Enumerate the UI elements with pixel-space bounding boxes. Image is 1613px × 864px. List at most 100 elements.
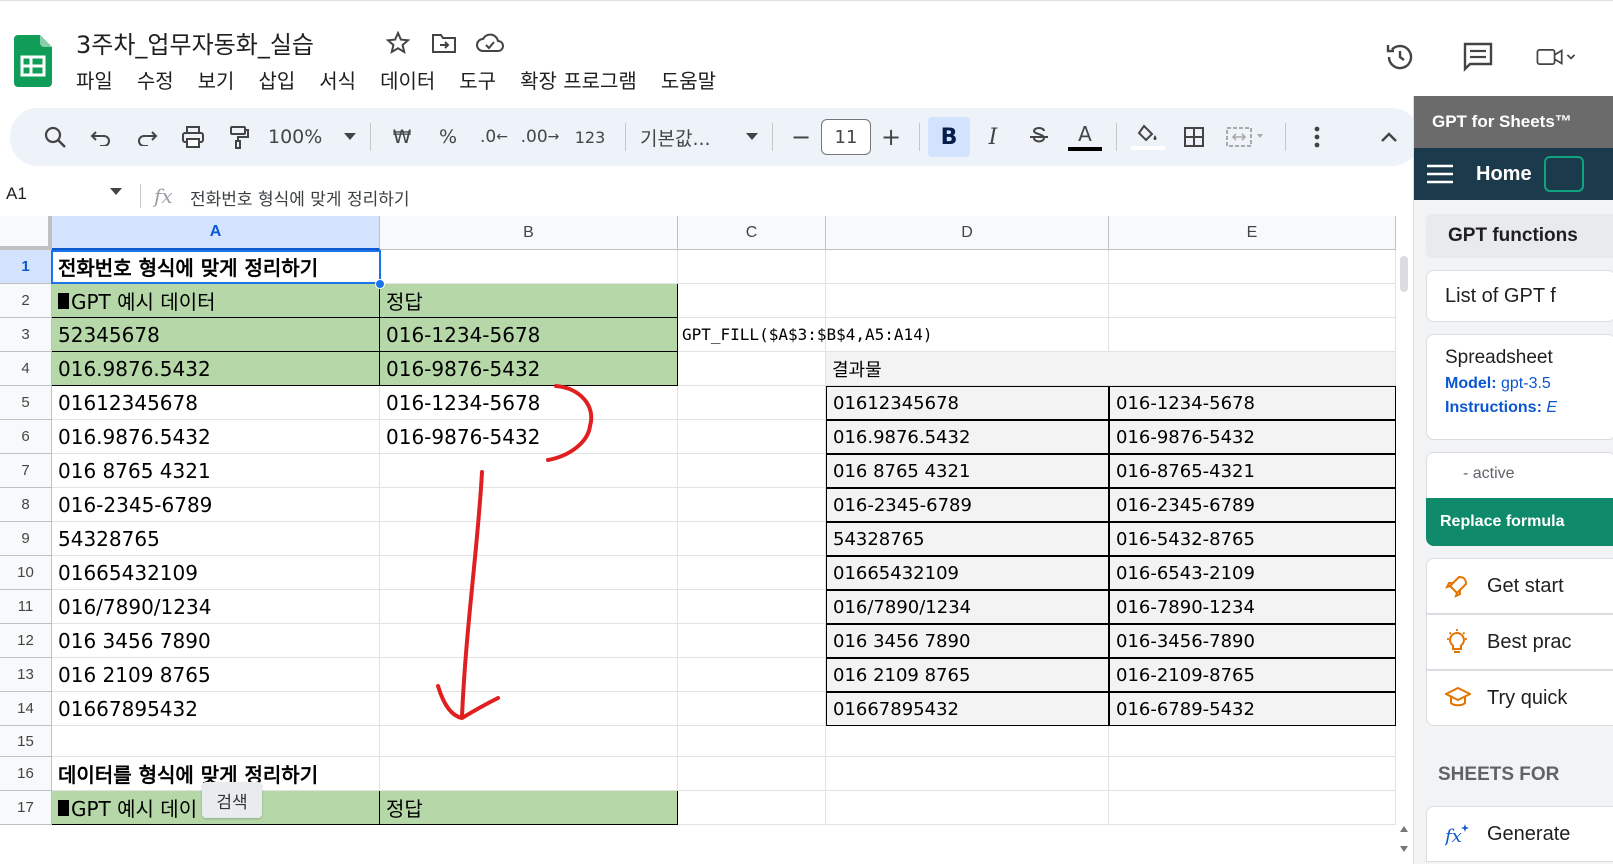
generate-link[interactable]: fx Generate xyxy=(1426,806,1613,862)
print-icon[interactable] xyxy=(170,117,216,157)
formula-divider xyxy=(140,184,141,208)
undo-icon[interactable] xyxy=(78,117,124,157)
toolbar-divider xyxy=(772,123,773,151)
instructions-label: Instructions: xyxy=(1445,399,1542,416)
toolbar-divider xyxy=(625,123,626,151)
move-folder-icon[interactable] xyxy=(430,29,458,57)
annotation-bracket-and-arrow xyxy=(436,384,594,721)
toolbar-divider xyxy=(919,123,920,151)
version-history-icon[interactable] xyxy=(1380,37,1420,77)
font-family-select[interactable]: 기본값... xyxy=(634,117,764,157)
sheets-window: 3주차_업무자동화_실습 파일 수정 보기 삽입 서식 데이터 도구 확장 프로… xyxy=(0,0,1613,864)
comments-icon[interactable] xyxy=(1458,37,1498,77)
paint-format-icon[interactable] xyxy=(216,117,262,157)
best-practices-label: Best prac xyxy=(1487,630,1572,653)
instructions-row: Instructions: E xyxy=(1445,399,1613,417)
spreadsheet-settings-title: Spreadsheet xyxy=(1445,347,1553,368)
increase-decimal-button[interactable]: .00 → xyxy=(517,117,563,157)
get-started-link[interactable]: Get start xyxy=(1426,558,1613,614)
search-menus-icon[interactable] xyxy=(32,117,78,157)
openai-logo-icon[interactable] xyxy=(1544,156,1584,192)
fx-icon: fx xyxy=(154,184,173,208)
try-quick-label: Try quick xyxy=(1487,686,1568,709)
formatting-toolbar: 100% ₩ % .0 ← .00 → 123 기본값... − 11 + B I … xyxy=(10,108,1420,166)
svg-text:fx: fx xyxy=(1445,826,1462,846)
list-gpt-functions-card[interactable]: List of GPT f xyxy=(1426,270,1613,322)
lightbulb-icon xyxy=(1445,629,1473,655)
font-size-input[interactable]: 11 xyxy=(821,119,871,155)
star-icon[interactable] xyxy=(384,29,412,57)
decrease-decimal-button[interactable]: .0 ← xyxy=(471,117,517,157)
chevron-down-icon xyxy=(344,133,356,140)
get-started-label: Get start xyxy=(1487,574,1564,597)
number-format-button[interactable]: 123 xyxy=(563,117,617,157)
menu-bar: 파일 수정 보기 삽입 서식 데이터 도구 확장 프로그램 도움말 xyxy=(76,65,740,94)
spreadsheet-settings-card[interactable]: Spreadsheet Model: gpt-3.5 Instructions:… xyxy=(1426,334,1613,440)
currency-format-button[interactable]: ₩ xyxy=(379,117,425,157)
decrease-font-size-button[interactable]: − xyxy=(781,117,821,157)
try-quick-link[interactable]: Try quick xyxy=(1426,670,1613,726)
menu-tools[interactable]: 도구 xyxy=(459,65,508,94)
model-label: Model: xyxy=(1445,375,1497,392)
spreadsheet-grid[interactable]: A B C D E 1 2 3 4 5 6 7 8 9 10 11 12 13 14 15 16 17 전화번호… xyxy=(0,216,1396,864)
hamburger-menu-icon[interactable] xyxy=(1414,164,1466,184)
scrollbar-thumb[interactable] xyxy=(1400,256,1408,292)
text-color-button[interactable]: A xyxy=(1062,117,1108,157)
arrow-left-icon: ← xyxy=(496,129,508,145)
meet-video-icon[interactable] xyxy=(1536,37,1576,77)
text-color-swatch xyxy=(1068,146,1102,151)
generate-label: Generate xyxy=(1487,822,1571,845)
menu-help[interactable]: 도움말 xyxy=(661,65,728,94)
sidebar-nav: Home xyxy=(1414,148,1613,200)
menu-file[interactable]: 파일 xyxy=(76,65,125,94)
formula-input[interactable]: 전화번호 형식에 맞게 정리하기 xyxy=(190,185,410,210)
cloud-saved-icon[interactable] xyxy=(476,29,504,57)
instructions-value[interactable]: E xyxy=(1546,399,1557,416)
font-family-value: 기본값... xyxy=(640,127,711,150)
replace-formulas-button[interactable]: Replace formula xyxy=(1426,498,1613,546)
model-row: Model: gpt-3.5 xyxy=(1445,375,1613,393)
model-value[interactable]: gpt-3.5 xyxy=(1501,375,1551,392)
fill-color-icon[interactable] xyxy=(1125,117,1171,157)
toolbar-divider xyxy=(370,123,371,151)
collapse-menu-icon[interactable] xyxy=(1366,117,1412,157)
percent-format-button[interactable]: % xyxy=(425,117,471,157)
menu-extensions[interactable]: 확장 프로그램 xyxy=(520,65,649,94)
formula-bar: A1 fx 전화번호 형식에 맞게 정리하기 xyxy=(0,176,1420,216)
menu-edit[interactable]: 수정 xyxy=(137,65,186,94)
function-sparkle-icon: fx xyxy=(1445,822,1473,846)
chevron-down-icon[interactable] xyxy=(110,188,122,196)
vertical-scrollbar[interactable] xyxy=(1396,250,1412,864)
toolbar-divider xyxy=(1116,123,1117,151)
more-options-icon[interactable] xyxy=(1294,117,1340,157)
increase-decimal-label: .00 xyxy=(520,127,548,147)
cell-c3[interactable]: GPT_FILL($A$3:$B$4,A5:A14) xyxy=(678,318,932,352)
redo-icon[interactable] xyxy=(124,117,170,157)
bold-button[interactable]: B xyxy=(928,117,970,157)
scroll-down-arrow-icon[interactable] xyxy=(1400,846,1408,852)
zoom-select[interactable]: 100% xyxy=(262,117,362,157)
menu-format[interactable]: 서식 xyxy=(319,65,368,94)
scroll-up-arrow-icon[interactable] xyxy=(1400,826,1408,832)
title-bar: 3주차_업무자동화_실습 파일 수정 보기 삽입 서식 데이터 도구 확장 프로… xyxy=(0,0,1613,108)
document-title[interactable]: 3주차_업무자동화_실습 xyxy=(76,25,314,60)
strikethrough-icon[interactable] xyxy=(1016,117,1062,157)
merge-cells-icon[interactable] xyxy=(1217,117,1277,157)
sidebar-header: GPT for Sheets™ xyxy=(1414,96,1613,148)
increase-font-size-button[interactable]: + xyxy=(871,117,911,157)
italic-button[interactable]: I xyxy=(970,117,1016,157)
rocket-icon xyxy=(1445,574,1473,598)
borders-icon[interactable] xyxy=(1171,117,1217,157)
menu-data[interactable]: 데이터 xyxy=(380,65,447,94)
menu-view[interactable]: 보기 xyxy=(198,65,247,94)
arrow-right-icon: → xyxy=(547,129,560,145)
graduation-cap-icon xyxy=(1445,687,1473,709)
toolbar-divider xyxy=(1285,123,1286,151)
sheets-logo-icon[interactable] xyxy=(14,35,52,87)
name-box[interactable]: A1 xyxy=(6,184,27,204)
zoom-value: 100% xyxy=(268,126,323,148)
menu-insert[interactable]: 삽입 xyxy=(258,65,307,94)
tab-gpt-functions[interactable]: GPT functions xyxy=(1426,214,1613,258)
nav-home[interactable]: Home xyxy=(1476,163,1532,186)
best-practices-link[interactable]: Best prac xyxy=(1426,614,1613,670)
